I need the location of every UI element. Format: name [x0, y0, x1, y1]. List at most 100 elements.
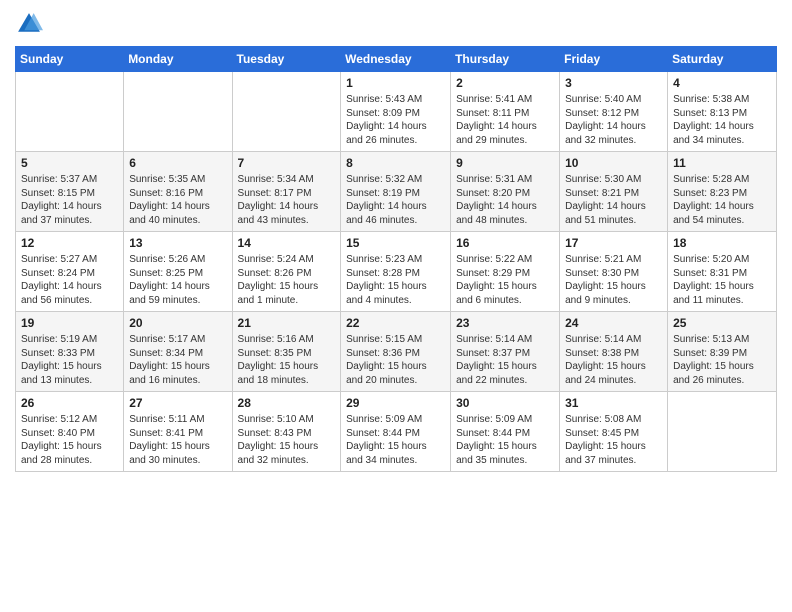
calendar-cell: 26Sunrise: 5:12 AM Sunset: 8:40 PM Dayli…	[16, 392, 124, 472]
day-number: 23	[456, 316, 554, 330]
calendar-cell	[124, 72, 232, 152]
day-info: Sunrise: 5:34 AM Sunset: 8:17 PM Dayligh…	[238, 173, 336, 227]
day-info: Sunrise: 5:38 AM Sunset: 8:13 PM Dayligh…	[673, 93, 771, 147]
calendar-cell: 17 Sunrise: 5:21 AM Sunset: 8:30 PM Dayli…	[560, 232, 668, 312]
calendar-cell: 16 Sunrise: 5:22 AM Sunset: 8:29 PM Dayli…	[451, 232, 560, 312]
day-info: Sunrise: 5:09 AM Sunset: 8:44 PM Dayligh…	[346, 413, 445, 467]
day-number: 17	[565, 236, 662, 250]
header	[15, 10, 777, 38]
calendar-body: 1 Sunrise: 5:43 AM Sunset: 8:09 PM Daylig…	[16, 72, 777, 472]
day-number: 8	[346, 156, 445, 170]
calendar-cell: 8 Sunrise: 5:32 AM Sunset: 8:19 PM Daylig…	[341, 152, 451, 232]
calendar-cell: 22 Sunrise: 5:15 AM Sunset: 8:36 PM Dayli…	[341, 312, 451, 392]
calendar-cell: 14Sunrise: 5:24 AM Sunset: 8:26 PM Dayli…	[232, 232, 341, 312]
day-info: Sunrise: 5:32 AM Sunset: 8:19 PM Dayligh…	[346, 173, 445, 227]
calendar-cell: 7 Sunrise: 5:34 AM Sunset: 8:17 PM Daylig…	[232, 152, 341, 232]
calendar-cell: 3 Sunrise: 5:40 AM Sunset: 8:12 PM Daylig…	[560, 72, 668, 152]
weekday-header-saturday: Saturday	[668, 47, 777, 72]
day-info: Sunrise: 5:41 AM Sunset: 8:11 PM Dayligh…	[456, 93, 554, 147]
day-number: 19	[21, 316, 118, 330]
day-info: Sunrise: 5:40 AM Sunset: 8:12 PM Dayligh…	[565, 93, 662, 147]
day-number: 7	[238, 156, 336, 170]
calendar-cell: 28Sunrise: 5:10 AM Sunset: 8:43 PM Dayli…	[232, 392, 341, 472]
calendar-cell: 24 Sunrise: 5:14 AM Sunset: 8:38 PM Dayli…	[560, 312, 668, 392]
day-info: Sunrise: 5:08 AM Sunset: 8:45 PM Dayligh…	[565, 413, 662, 467]
day-info: Sunrise: 5:37 AM Sunset: 8:15 PM Dayligh…	[21, 173, 118, 227]
logo	[15, 10, 47, 38]
day-info: Sunrise: 5:14 AM Sunset: 8:38 PM Dayligh…	[565, 333, 662, 387]
day-info: Sunrise: 5:09 AM Sunset: 8:44 PM Dayligh…	[456, 413, 554, 467]
calendar-cell	[232, 72, 341, 152]
day-info: Sunrise: 5:15 AM Sunset: 8:36 PM Dayligh…	[346, 333, 445, 387]
calendar-cell: 4 Sunrise: 5:38 AM Sunset: 8:13 PM Daylig…	[668, 72, 777, 152]
calendar-cell: 23Sunrise: 5:14 AM Sunset: 8:37 PM Dayli…	[451, 312, 560, 392]
calendar-cell: 10 Sunrise: 5:30 AM Sunset: 8:21 PM Dayli…	[560, 152, 668, 232]
day-info: Sunrise: 5:17 AM Sunset: 8:34 PM Dayligh…	[129, 333, 226, 387]
calendar-cell: 12 Sunrise: 5:27 AM Sunset: 8:24 PM Dayli…	[16, 232, 124, 312]
weekday-header-tuesday: Tuesday	[232, 47, 341, 72]
day-info: Sunrise: 5:28 AM Sunset: 8:23 PM Dayligh…	[673, 173, 771, 227]
weekday-header-friday: Friday	[560, 47, 668, 72]
calendar-week-row: 5 Sunrise: 5:37 AM Sunset: 8:15 PM Daylig…	[16, 152, 777, 232]
logo-icon	[15, 10, 43, 38]
day-number: 21	[238, 316, 336, 330]
day-info: Sunrise: 5:43 AM Sunset: 8:09 PM Dayligh…	[346, 93, 445, 147]
weekday-header-wednesday: Wednesday	[341, 47, 451, 72]
calendar-cell: 20 Sunrise: 5:17 AM Sunset: 8:34 PM Dayli…	[124, 312, 232, 392]
day-info: Sunrise: 5:22 AM Sunset: 8:29 PM Dayligh…	[456, 253, 554, 307]
calendar-header: SundayMondayTuesdayWednesdayThursdayFrid…	[16, 47, 777, 72]
calendar-cell: 18 Sunrise: 5:20 AM Sunset: 8:31 PM Dayli…	[668, 232, 777, 312]
day-number: 2	[456, 76, 554, 90]
day-info: Sunrise: 5:30 AM Sunset: 8:21 PM Dayligh…	[565, 173, 662, 227]
day-info: Sunrise: 5:23 AM Sunset: 8:28 PM Dayligh…	[346, 253, 445, 307]
calendar-cell: 31Sunrise: 5:08 AM Sunset: 8:45 PM Dayli…	[560, 392, 668, 472]
weekday-header-row: SundayMondayTuesdayWednesdayThursdayFrid…	[16, 47, 777, 72]
weekday-header-sunday: Sunday	[16, 47, 124, 72]
calendar-cell: 11 Sunrise: 5:28 AM Sunset: 8:23 PM Dayli…	[668, 152, 777, 232]
day-info: Sunrise: 5:21 AM Sunset: 8:30 PM Dayligh…	[565, 253, 662, 307]
calendar-cell: 6 Sunrise: 5:35 AM Sunset: 8:16 PM Daylig…	[124, 152, 232, 232]
calendar-cell: 2 Sunrise: 5:41 AM Sunset: 8:11 PM Daylig…	[451, 72, 560, 152]
day-number: 29	[346, 396, 445, 410]
day-info: Sunrise: 5:20 AM Sunset: 8:31 PM Dayligh…	[673, 253, 771, 307]
day-info: Sunrise: 5:24 AM Sunset: 8:26 PM Dayligh…	[238, 253, 336, 307]
day-info: Sunrise: 5:26 AM Sunset: 8:25 PM Dayligh…	[129, 253, 226, 307]
day-number: 20	[129, 316, 226, 330]
calendar-cell: 13 Sunrise: 5:26 AM Sunset: 8:25 PM Dayli…	[124, 232, 232, 312]
day-number: 22	[346, 316, 445, 330]
day-number: 18	[673, 236, 771, 250]
calendar-cell: 29 Sunrise: 5:09 AM Sunset: 8:44 PM Dayli…	[341, 392, 451, 472]
day-number: 12	[21, 236, 118, 250]
calendar-cell: 1 Sunrise: 5:43 AM Sunset: 8:09 PM Daylig…	[341, 72, 451, 152]
page: SundayMondayTuesdayWednesdayThursdayFrid…	[0, 0, 792, 612]
weekday-header-monday: Monday	[124, 47, 232, 72]
day-number: 15	[346, 236, 445, 250]
day-info: Sunrise: 5:10 AM Sunset: 8:43 PM Dayligh…	[238, 413, 336, 467]
calendar-cell: 27Sunrise: 5:11 AM Sunset: 8:41 PM Dayli…	[124, 392, 232, 472]
day-info: Sunrise: 5:16 AM Sunset: 8:35 PM Dayligh…	[238, 333, 336, 387]
day-info: Sunrise: 5:35 AM Sunset: 8:16 PM Dayligh…	[129, 173, 226, 227]
day-info: Sunrise: 5:27 AM Sunset: 8:24 PM Dayligh…	[21, 253, 118, 307]
calendar-cell: 25Sunrise: 5:13 AM Sunset: 8:39 PM Dayli…	[668, 312, 777, 392]
calendar-cell: 9 Sunrise: 5:31 AM Sunset: 8:20 PM Daylig…	[451, 152, 560, 232]
calendar-cell: 30Sunrise: 5:09 AM Sunset: 8:44 PM Dayli…	[451, 392, 560, 472]
day-number: 10	[565, 156, 662, 170]
day-number: 24	[565, 316, 662, 330]
day-number: 9	[456, 156, 554, 170]
calendar-table: SundayMondayTuesdayWednesdayThursdayFrid…	[15, 46, 777, 472]
calendar-week-row: 19Sunrise: 5:19 AM Sunset: 8:33 PM Dayli…	[16, 312, 777, 392]
day-number: 5	[21, 156, 118, 170]
day-number: 1	[346, 76, 445, 90]
day-number: 3	[565, 76, 662, 90]
day-number: 6	[129, 156, 226, 170]
weekday-header-thursday: Thursday	[451, 47, 560, 72]
day-info: Sunrise: 5:31 AM Sunset: 8:20 PM Dayligh…	[456, 173, 554, 227]
day-number: 4	[673, 76, 771, 90]
day-info: Sunrise: 5:13 AM Sunset: 8:39 PM Dayligh…	[673, 333, 771, 387]
calendar-week-row: 26Sunrise: 5:12 AM Sunset: 8:40 PM Dayli…	[16, 392, 777, 472]
day-number: 13	[129, 236, 226, 250]
day-info: Sunrise: 5:11 AM Sunset: 8:41 PM Dayligh…	[129, 413, 226, 467]
calendar-week-row: 12 Sunrise: 5:27 AM Sunset: 8:24 PM Dayli…	[16, 232, 777, 312]
day-number: 16	[456, 236, 554, 250]
day-number: 11	[673, 156, 771, 170]
